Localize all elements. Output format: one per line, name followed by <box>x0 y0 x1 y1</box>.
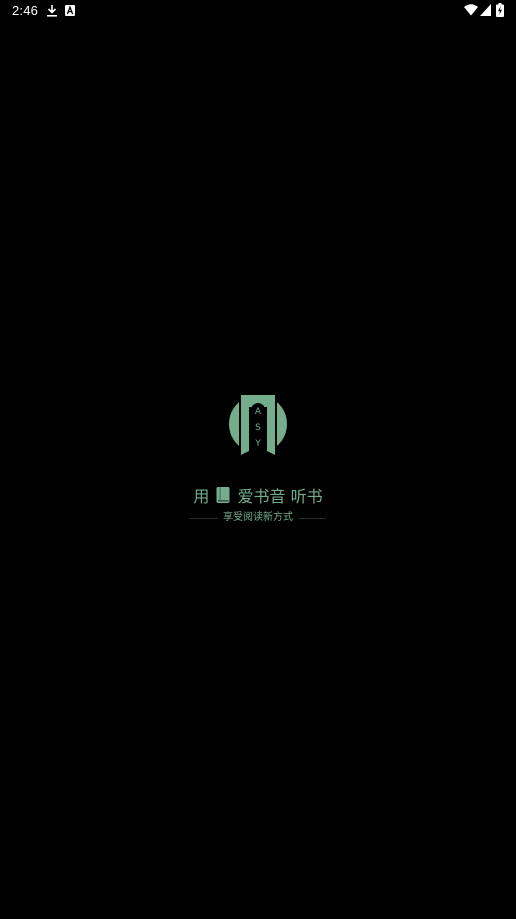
app-logo: A S Y <box>228 394 288 456</box>
slogan: 用 爱书音 听书 <box>186 486 330 508</box>
book-icon <box>216 487 230 503</box>
logo-letter-s: S <box>255 423 261 433</box>
slogan-part-1: 用 <box>193 487 210 506</box>
subtitle-divider-right <box>298 518 326 519</box>
logo-letter-y: Y <box>255 439 261 449</box>
logo-letter-a: A <box>254 407 262 417</box>
subtitle: 享受阅读新方式 <box>223 512 293 523</box>
subtitle-divider-left <box>190 518 218 519</box>
splash-screen: A S Y 用 爱书音 听书 享受阅读新方式 <box>0 0 516 919</box>
slogan-part-2: 爱书音 听书 <box>237 487 323 506</box>
